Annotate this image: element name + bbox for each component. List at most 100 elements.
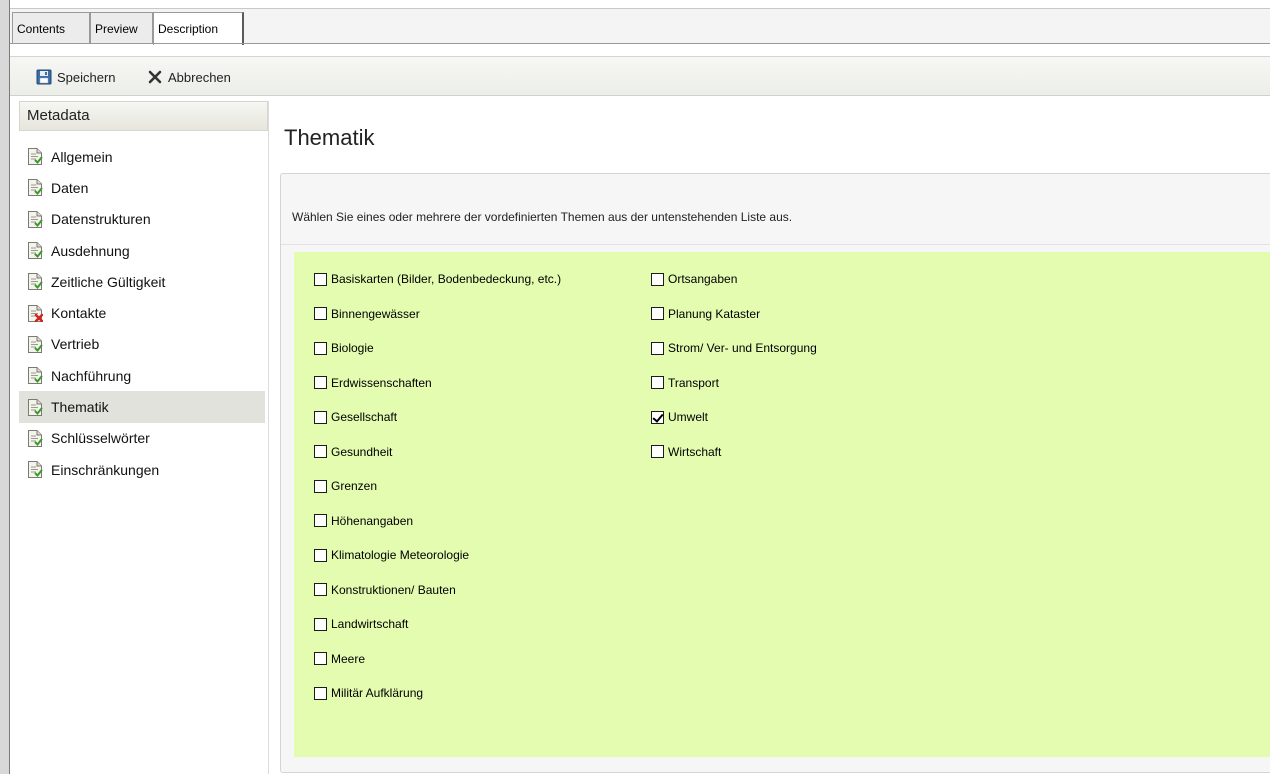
main-content: Thematik Wählen Sie eines oder mehrere d… <box>270 101 1270 774</box>
topic-label: Basiskarten (Bilder, Bodenbedeckung, etc… <box>331 272 562 287</box>
topic-checkbox[interactable] <box>314 307 327 321</box>
topic-checkbox[interactable] <box>314 583 327 597</box>
sidebar-item-label: Ausdehnung <box>51 242 130 259</box>
topic-checkbox[interactable] <box>651 272 664 286</box>
topic-checkbox-row[interactable]: Binnengewässer <box>314 297 561 332</box>
document-check-icon <box>27 367 43 385</box>
app-window: Contents Preview Description Speichern A… <box>10 0 1270 774</box>
topic-checkbox-row[interactable]: Landwirtschaft <box>314 607 561 642</box>
tab-preview[interactable]: Preview <box>90 12 153 44</box>
sidebar-item[interactable]: Datenstrukturen <box>19 204 265 235</box>
topic-checkbox[interactable] <box>651 307 664 321</box>
metadata-sidebar: Metadata Allgemein Daten Datenstrukturen Au… <box>19 101 269 774</box>
topic-label: Klimatologie Meteorologie <box>331 548 470 563</box>
document-check-icon <box>27 179 43 197</box>
window-left-edge <box>0 0 10 774</box>
document-check-icon <box>27 273 43 291</box>
topic-checkbox[interactable] <box>314 686 327 700</box>
topic-label: Grenzen <box>331 479 378 494</box>
topic-checkbox[interactable] <box>314 652 327 666</box>
tab-description[interactable]: Description <box>153 12 244 45</box>
toolbar: Speichern Abbrechen <box>10 56 1270 96</box>
topic-checkbox[interactable] <box>651 376 664 390</box>
topic-checkbox-row[interactable]: Planung Kataster <box>651 297 817 332</box>
topic-checkbox-row[interactable]: Grenzen <box>314 469 561 504</box>
topic-label: Meere <box>331 651 366 666</box>
topic-checkbox[interactable] <box>314 376 327 390</box>
close-icon <box>147 69 163 85</box>
topic-checkbox[interactable] <box>314 548 327 562</box>
topic-checkbox-row[interactable]: Militär Aufklärung <box>314 676 561 711</box>
topic-checkbox-row[interactable]: Meere <box>314 642 561 677</box>
topic-checkbox[interactable] <box>651 410 664 424</box>
topic-checkbox[interactable] <box>314 272 327 286</box>
topic-checkbox-row[interactable]: Strom/ Ver- und Entsorgung <box>651 331 817 366</box>
topic-checkbox[interactable] <box>651 341 664 355</box>
sidebar-item-label: Nachführung <box>51 367 132 384</box>
sidebar-item-label: Vertrieb <box>51 336 100 353</box>
topic-checkbox-row[interactable]: Konstruktionen/ Bauten <box>314 573 561 608</box>
topic-checkbox[interactable] <box>314 617 327 631</box>
topic-checkbox-row[interactable]: Transport <box>651 366 817 401</box>
sidebar-item[interactable]: Daten <box>19 172 265 203</box>
sidebar-item[interactable]: Einschränkungen <box>19 454 265 485</box>
document-check-icon <box>27 242 43 260</box>
sidebar-item-label: Zeitliche Gültigkeit <box>51 273 166 290</box>
topic-checkbox[interactable] <box>314 410 327 424</box>
sidebar-item-label: Schlüsselwörter <box>51 430 150 447</box>
sidebar-item[interactable]: Kontakte <box>19 297 265 328</box>
sidebar-item[interactable]: Zeitliche Gültigkeit <box>19 266 265 297</box>
topic-label: Gesellschaft <box>331 410 398 425</box>
sidebar-item[interactable]: Allgemein <box>19 141 265 172</box>
floppy-disk-icon <box>36 69 52 85</box>
topic-label: Konstruktionen/ Bauten <box>331 582 456 597</box>
topic-label: Landwirtschaft <box>331 617 409 632</box>
save-button[interactable]: Speichern <box>36 67 116 87</box>
sidebar-item[interactable]: Nachführung <box>19 360 265 391</box>
metadata-nav-list: Allgemein Daten Datenstrukturen Ausdehnung Z… <box>19 141 265 485</box>
cancel-label: Abbrechen <box>168 69 231 85</box>
topic-checkbox[interactable] <box>651 445 664 459</box>
tab-contents[interactable]: Contents <box>12 12 90 44</box>
topic-checkbox[interactable] <box>314 514 327 528</box>
panel-description: Wählen Sie eines oder mehrere der vordef… <box>292 210 793 224</box>
document-check-icon <box>27 210 43 228</box>
document-check-icon <box>27 429 43 447</box>
topic-checkbox-row[interactable]: Basiskarten (Bilder, Bodenbedeckung, etc… <box>314 262 561 297</box>
topic-checkbox-row[interactable]: Höhenangaben <box>314 504 561 539</box>
topic-checkbox-row[interactable]: Umwelt <box>651 400 817 435</box>
topic-label: Strom/ Ver- und Entsorgung <box>668 341 817 356</box>
topic-checkbox-row[interactable]: Gesundheit <box>314 435 561 470</box>
document-error-icon <box>27 304 44 322</box>
tab-bar-divider <box>10 43 1270 44</box>
topic-checkbox-area: Basiskarten (Bilder, Bodenbedeckung, etc… <box>294 252 1270 757</box>
topic-checkbox[interactable] <box>314 341 327 355</box>
topic-checkbox-row[interactable]: Biologie <box>314 331 561 366</box>
topic-checkbox[interactable] <box>314 479 327 493</box>
topic-checkbox-row[interactable]: Erdwissenschaften <box>314 366 561 401</box>
topic-checkbox[interactable] <box>314 445 327 459</box>
document-check-icon <box>27 335 43 353</box>
sidebar-item[interactable]: Thematik <box>19 391 265 423</box>
document-check-icon <box>27 398 43 416</box>
sidebar-item[interactable]: Schlüsselwörter <box>19 423 265 454</box>
sidebar-item-label: Allgemein <box>51 148 113 165</box>
topic-checkbox-row[interactable]: Klimatologie Meteorologie <box>314 538 561 573</box>
sidebar-item[interactable]: Vertrieb <box>19 329 265 360</box>
sidebar-header: Metadata <box>19 101 268 131</box>
topic-label: Höhenangaben <box>331 513 414 528</box>
sidebar-item-label: Einschränkungen <box>51 461 160 478</box>
tab-bar: Contents Preview Description <box>10 8 1270 45</box>
panel-divider <box>281 244 1270 245</box>
topic-label: Erdwissenschaften <box>331 375 432 390</box>
topic-label: Binnengewässer <box>331 306 420 321</box>
topic-checkbox-row[interactable]: Gesellschaft <box>314 400 561 435</box>
topic-column-right: Ortsangaben Planung Kataster Strom/ Ver- u… <box>651 262 817 469</box>
topic-label: Militär Aufklärung <box>331 686 424 701</box>
topic-panel: Wählen Sie eines oder mehrere der vordef… <box>280 173 1270 773</box>
sidebar-item[interactable]: Ausdehnung <box>19 235 265 266</box>
topic-checkbox-row[interactable]: Wirtschaft <box>651 435 817 470</box>
cancel-button[interactable]: Abbrechen <box>147 67 231 87</box>
document-check-icon <box>27 148 43 166</box>
topic-checkbox-row[interactable]: Ortsangaben <box>651 262 817 297</box>
